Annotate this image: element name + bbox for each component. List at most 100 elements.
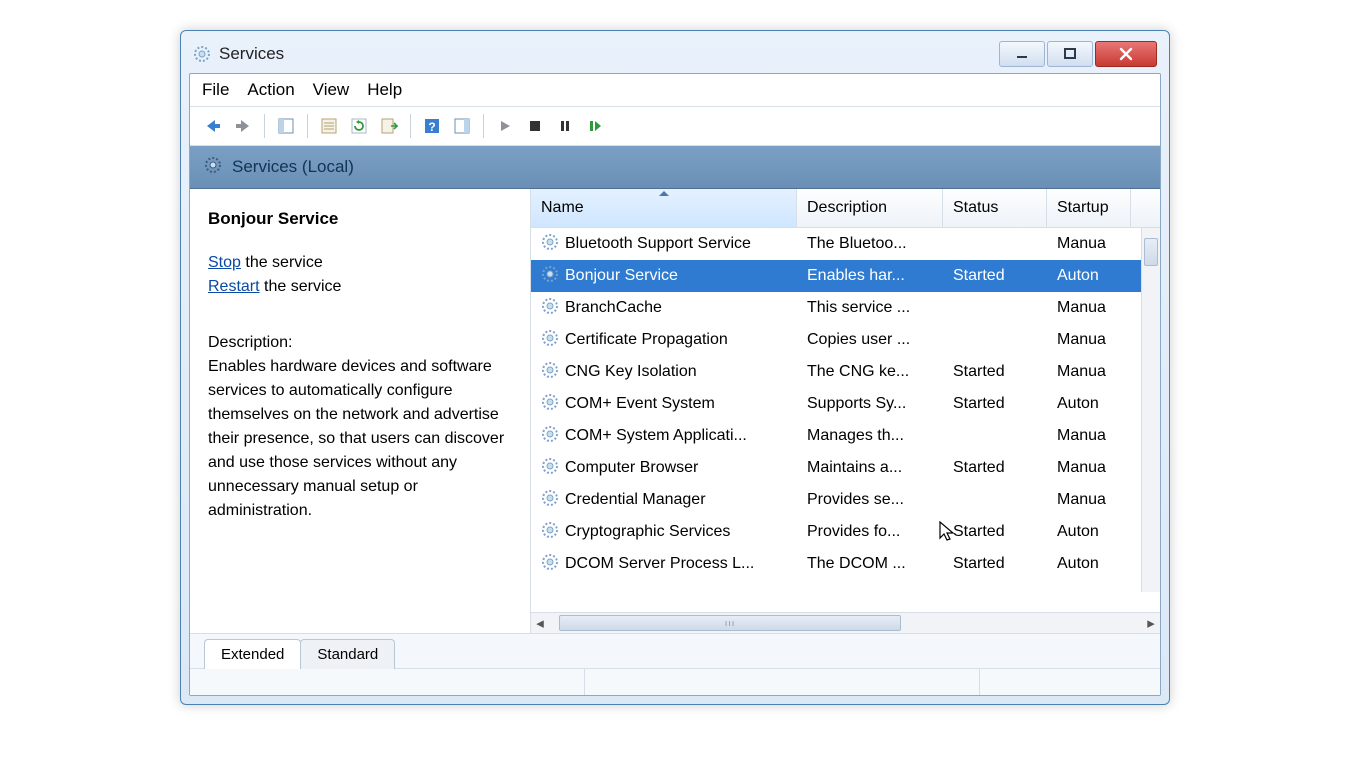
properties-button[interactable] — [316, 113, 342, 139]
cell-startup: Auton — [1047, 555, 1131, 573]
cell-name: Certificate Propagation — [531, 329, 797, 352]
cell-startup: Manua — [1047, 459, 1131, 477]
gear-icon — [541, 233, 559, 256]
menubar: File Action View Help — [190, 74, 1160, 107]
cell-description: Manages th... — [797, 427, 943, 445]
toolbar: ? — [190, 107, 1160, 146]
restart-service-button[interactable] — [582, 113, 608, 139]
menu-action[interactable]: Action — [247, 80, 294, 100]
column-headers: Name Description Status Startup — [531, 189, 1160, 228]
show-hide-tree-button[interactable] — [273, 113, 299, 139]
menu-view[interactable]: View — [313, 80, 350, 100]
details-pane: Bonjour Service Stop the service Restart… — [190, 189, 530, 633]
cell-description: Provides se... — [797, 491, 943, 509]
cell-name: DCOM Server Process L... — [531, 553, 797, 576]
gear-icon — [541, 553, 559, 576]
stop-service-link[interactable]: Stop — [208, 254, 241, 271]
cell-startup: Auton — [1047, 267, 1131, 285]
cell-status: Started — [943, 555, 1047, 573]
gear-icon — [541, 361, 559, 384]
cell-description: The DCOM ... — [797, 555, 943, 573]
service-row[interactable]: Bluetooth Support ServiceThe Bluetoo...M… — [531, 228, 1160, 260]
cell-startup: Manua — [1047, 491, 1131, 509]
gear-icon — [541, 329, 559, 352]
cell-description: Copies user ... — [797, 331, 943, 349]
tab-standard[interactable]: Standard — [300, 639, 395, 669]
selected-service-name: Bonjour Service — [208, 207, 518, 231]
stop-service-button[interactable] — [522, 113, 548, 139]
cell-status: Started — [943, 395, 1047, 413]
description-label: Description: — [208, 331, 518, 355]
cell-name: Computer Browser — [531, 457, 797, 480]
export-list-button[interactable] — [376, 113, 402, 139]
scope-header: Services (Local) — [190, 146, 1160, 189]
gear-icon — [541, 521, 559, 544]
maximize-button[interactable] — [1047, 41, 1093, 67]
service-row[interactable]: COM+ Event SystemSupports Sy...StartedAu… — [531, 388, 1160, 420]
cell-startup: Auton — [1047, 523, 1131, 541]
service-row[interactable]: Bonjour ServiceEnables har...StartedAuto… — [531, 260, 1160, 292]
titlebar[interactable]: Services — [189, 39, 1161, 69]
cell-status: Started — [943, 363, 1047, 381]
tab-extended[interactable]: Extended — [204, 639, 301, 669]
close-button[interactable] — [1095, 41, 1157, 67]
service-row[interactable]: Computer BrowserMaintains a...StartedMan… — [531, 452, 1160, 484]
cell-startup: Manua — [1047, 427, 1131, 445]
svg-text:?: ? — [428, 120, 435, 134]
cell-description: Enables har... — [797, 267, 943, 285]
horizontal-scroll-thumb[interactable]: ııı — [559, 615, 901, 631]
vertical-scroll-thumb[interactable] — [1144, 238, 1158, 266]
gear-icon — [541, 393, 559, 416]
gear-icon — [541, 457, 559, 480]
start-service-button[interactable] — [492, 113, 518, 139]
services-list: Name Description Status Startup Bluetoot… — [530, 189, 1160, 633]
column-startup[interactable]: Startup — [1047, 189, 1131, 227]
gear-icon — [541, 297, 559, 320]
cell-status: Started — [943, 523, 1047, 541]
cell-description: The Bluetoo... — [797, 235, 943, 253]
horizontal-scrollbar[interactable]: ◂ ııı ▸ — [531, 612, 1160, 633]
pause-service-button[interactable] — [552, 113, 578, 139]
cell-description: Maintains a... — [797, 459, 943, 477]
view-tabs: Extended Standard — [190, 633, 1160, 668]
menu-file[interactable]: File — [202, 80, 229, 100]
help-button[interactable]: ? — [419, 113, 445, 139]
scroll-right-button[interactable]: ▸ — [1142, 614, 1160, 632]
cell-startup: Manua — [1047, 331, 1131, 349]
cell-description: The CNG ke... — [797, 363, 943, 381]
column-name[interactable]: Name — [531, 189, 797, 227]
service-row[interactable]: Cryptographic ServicesProvides fo...Star… — [531, 516, 1160, 548]
service-row[interactable]: Certificate PropagationCopies user ... Ma… — [531, 324, 1160, 356]
cell-name: Bluetooth Support Service — [531, 233, 797, 256]
service-row[interactable]: BranchCacheThis service ...Manua — [531, 292, 1160, 324]
menu-help[interactable]: Help — [367, 80, 402, 100]
cell-startup: Auton — [1047, 395, 1131, 413]
gear-icon — [204, 156, 222, 179]
service-row[interactable]: DCOM Server Process L...The DCOM ...Star… — [531, 548, 1160, 580]
back-button[interactable] — [200, 113, 226, 139]
window-title: Services — [219, 44, 284, 64]
cell-name: COM+ System Applicati... — [531, 425, 797, 448]
forward-button[interactable] — [230, 113, 256, 139]
scroll-left-button[interactable]: ◂ — [531, 614, 549, 632]
cell-status: Started — [943, 267, 1047, 285]
cell-description: This service ... — [797, 299, 943, 317]
restart-service-link[interactable]: Restart — [208, 278, 260, 295]
service-row[interactable]: Credential ManagerProvides se...Manua — [531, 484, 1160, 516]
cell-name: Bonjour Service — [531, 265, 797, 288]
minimize-button[interactable] — [999, 41, 1045, 67]
service-row[interactable]: CNG Key IsolationThe CNG ke...StartedMan… — [531, 356, 1160, 388]
refresh-button[interactable] — [346, 113, 372, 139]
statusbar — [190, 668, 1160, 695]
service-row[interactable]: COM+ System Applicati...Manages th... Man… — [531, 420, 1160, 452]
scope-title: Services (Local) — [232, 157, 354, 177]
gear-icon — [541, 489, 559, 512]
vertical-scrollbar[interactable] — [1141, 228, 1160, 592]
column-description[interactable]: Description — [797, 189, 943, 227]
show-hide-action-pane-button[interactable] — [449, 113, 475, 139]
cell-description: Provides fo... — [797, 523, 943, 541]
description-text: Enables hardware devices and software se… — [208, 355, 518, 523]
cell-name: COM+ Event System — [531, 393, 797, 416]
column-status[interactable]: Status — [943, 189, 1047, 227]
cell-status: Started — [943, 459, 1047, 477]
